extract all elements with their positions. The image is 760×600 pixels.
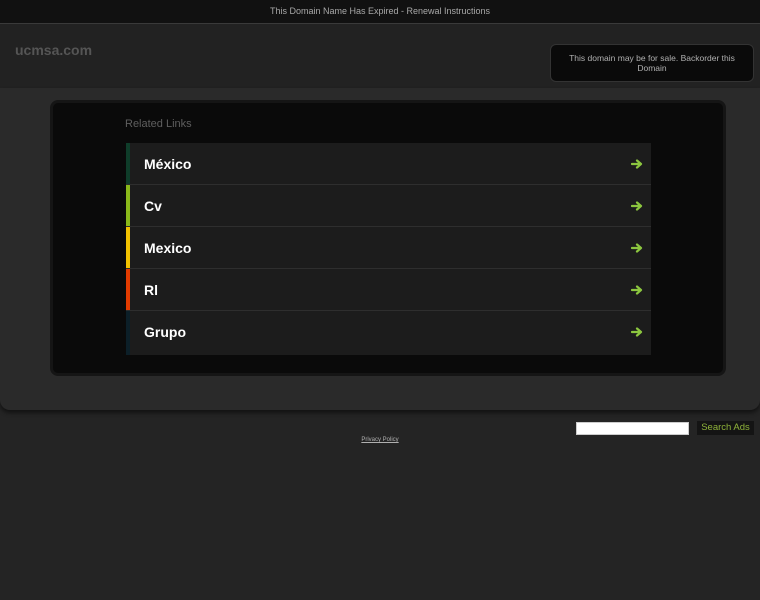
related-link-item[interactable]: Cv (126, 185, 651, 227)
link-color-bar (126, 269, 130, 310)
related-link-label[interactable]: México (144, 143, 191, 185)
related-link-item[interactable]: Rl (126, 269, 651, 311)
related-link-label[interactable]: Mexico (144, 227, 191, 269)
domain-sale-link[interactable]: This domain may be for sale. Backorder t… (569, 53, 735, 73)
right-arrow-icon[interactable] (631, 200, 643, 212)
right-arrow-icon[interactable] (631, 326, 643, 338)
search-input[interactable] (576, 422, 689, 435)
related-links-list: México Cv Mexico Rl Grupo (126, 143, 651, 355)
right-arrow-icon[interactable] (631, 242, 643, 254)
search-ads-button[interactable]: Search Ads (697, 421, 754, 435)
privacy-policy-link[interactable]: Privacy Policy (0, 437, 760, 443)
link-color-bar (126, 311, 130, 355)
link-color-bar (126, 227, 130, 268)
link-color-bar (126, 185, 130, 226)
link-color-bar (126, 143, 130, 184)
related-link-label[interactable]: Cv (144, 185, 162, 227)
related-link-item[interactable]: Mexico (126, 227, 651, 269)
related-link-item[interactable]: México (126, 143, 651, 185)
domain-sale-box[interactable]: This domain may be for sale. Backorder t… (550, 44, 754, 82)
related-links-heading: Related Links (125, 118, 192, 130)
domain-title: ucmsa.com (15, 42, 93, 58)
related-link-label[interactable]: Grupo (144, 311, 186, 353)
related-link-item[interactable]: Grupo (126, 311, 651, 355)
related-link-label[interactable]: Rl (144, 269, 158, 311)
right-arrow-icon[interactable] (631, 158, 643, 170)
expired-notice-link[interactable]: This Domain Name Has Expired - Renewal I… (270, 6, 490, 16)
right-arrow-icon[interactable] (631, 284, 643, 296)
header: ucmsa.com This domain may be for sale. B… (0, 24, 760, 88)
expired-notice-bar[interactable]: This Domain Name Has Expired - Renewal I… (0, 0, 760, 24)
